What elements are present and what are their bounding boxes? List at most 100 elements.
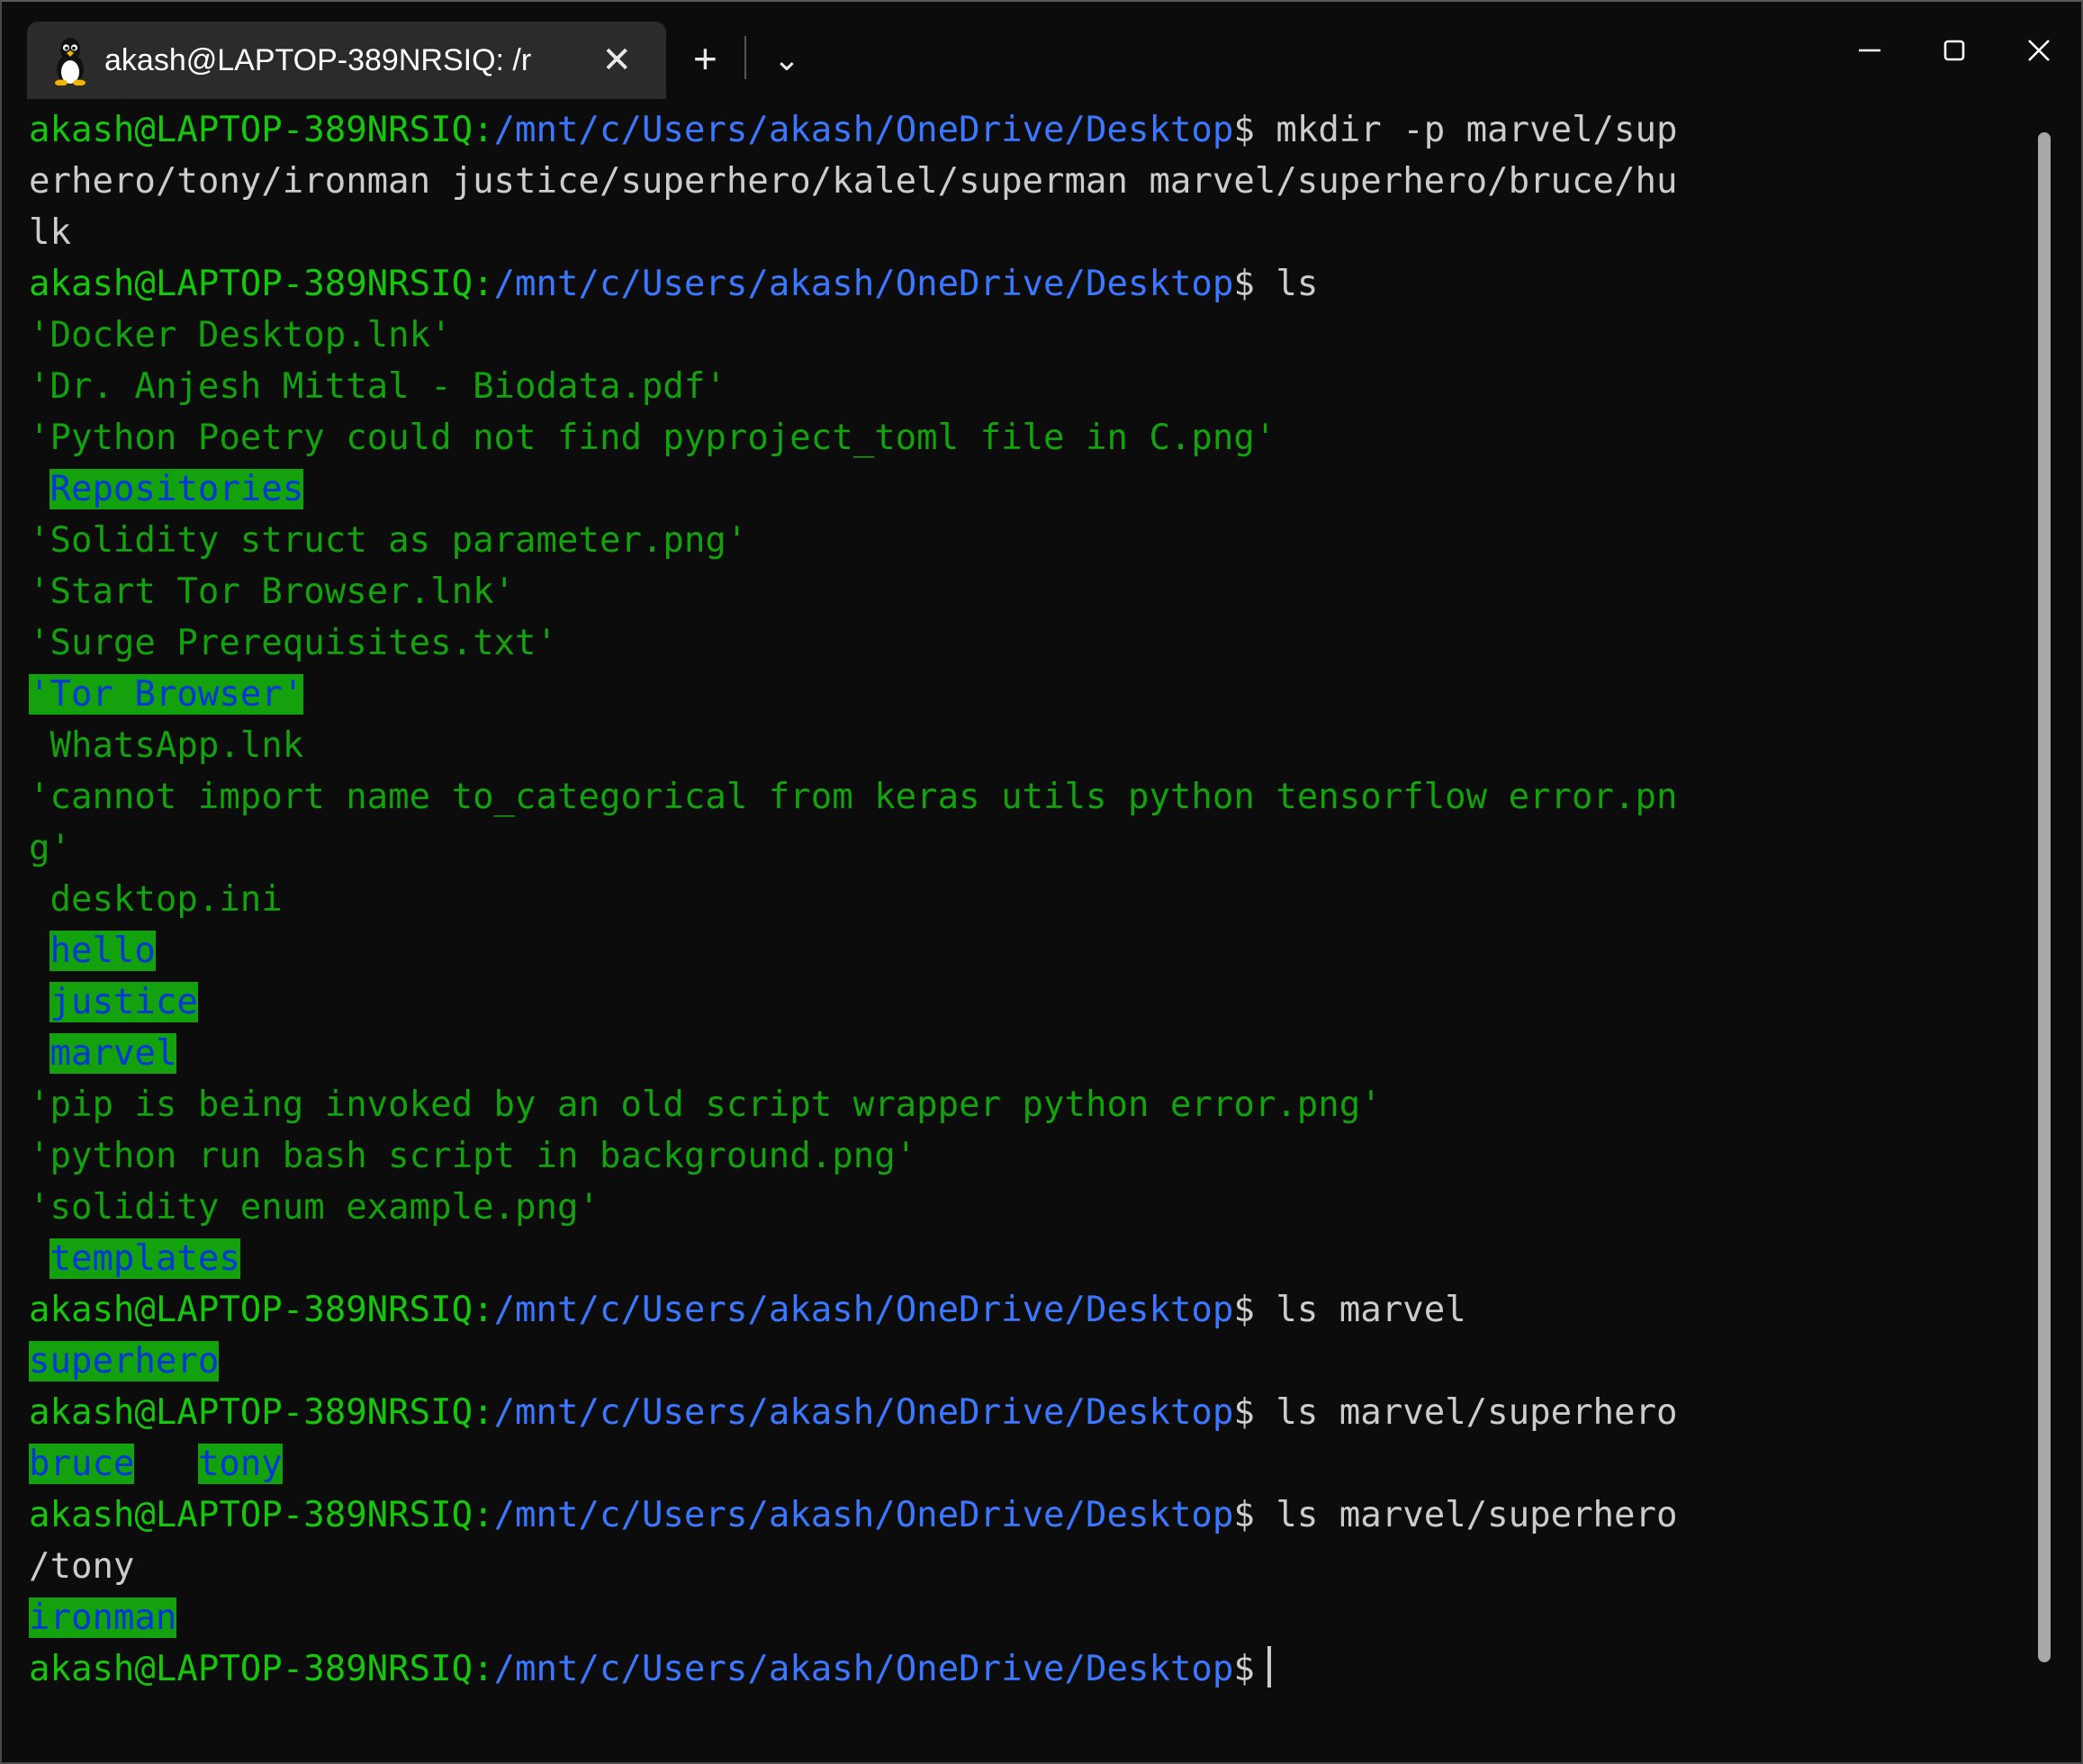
prompt-path: /mnt/c/Users/akash/OneDrive/Desktop (493, 1649, 1234, 1689)
file-entry: 'Surge Prerequisites.txt' (29, 623, 557, 663)
terminal-tab[interactable]: akash@LAPTOP-389NRSIQ: /r ✕ (27, 22, 666, 99)
scrollbar-thumb[interactable] (2038, 131, 2051, 1663)
tab-title: akash@LAPTOP-389NRSIQ: /r (104, 42, 532, 77)
terminal-line: akash@LAPTOP-389NRSIQ:/mnt/c/Users/akash… (29, 1387, 2081, 1438)
directory-entry: templates (50, 1238, 240, 1279)
terminal-line: marvel (29, 1028, 2081, 1079)
prompt-path: /mnt/c/Users/akash/OneDrive/Desktop (493, 1392, 1234, 1433)
terminal-line: 'Tor Browser' (29, 669, 2081, 720)
directory-entry: ironman (29, 1598, 177, 1638)
directory-entry: bruce (29, 1444, 135, 1484)
terminal-line: ironman (29, 1592, 2081, 1643)
vertical-scrollbar[interactable] (2015, 99, 2072, 1762)
terminal-line: 'Docker Desktop.lnk' (29, 310, 2081, 361)
file-entry: 'solidity enum example.png' (29, 1187, 600, 1228)
chevron-down-icon[interactable]: ⌄ (750, 43, 824, 99)
terminal-line: akash@LAPTOP-389NRSIQ:/mnt/c/Users/akash… (29, 104, 2081, 156)
command-wrap: /tony (29, 1546, 135, 1587)
minimize-icon[interactable] (1827, 2, 1912, 99)
file-entry: 'cannot import name to_categorical from … (29, 777, 1678, 817)
prompt-colon: : (473, 264, 494, 304)
command-text: ls marvel (1254, 1290, 1466, 1330)
prompt-sigil: $ (1233, 110, 1255, 150)
file-entry: 'Docker Desktop.lnk' (29, 315, 452, 356)
prompt-path: /mnt/c/Users/akash/OneDrive/Desktop (493, 264, 1234, 304)
terminal-line: hello (29, 925, 2081, 976)
file-entry: g' (29, 828, 71, 868)
terminal-line: akash@LAPTOP-389NRSIQ:/mnt/c/Users/akash… (29, 1284, 2081, 1336)
terminal-line: g' (29, 823, 2081, 874)
terminal-line: 'cannot import name to_categorical from … (29, 771, 2081, 823)
prompt-user-host: akash@LAPTOP-389NRSIQ (29, 1290, 473, 1330)
terminal-line: Repositories (29, 464, 2081, 515)
command-text: ls marvel/superhero (1254, 1392, 1678, 1433)
terminal-window: akash@LAPTOP-389NRSIQ: /r ✕ + ⌄ akash@LA… (0, 0, 2083, 1764)
file-entry: 'python run bash script in background.pn… (29, 1136, 917, 1176)
terminal-line: superhero (29, 1336, 2081, 1387)
directory-entry: 'Tor Browser' (29, 674, 304, 715)
terminal-line: lk (29, 207, 2081, 258)
prompt-colon: : (473, 1290, 494, 1330)
prompt-user-host: akash@LAPTOP-389NRSIQ (29, 1392, 473, 1433)
directory-entry: justice (50, 982, 198, 1022)
prompt-colon: : (473, 1649, 494, 1689)
prompt-sigil: $ (1233, 1495, 1255, 1535)
terminal-line: 'Surge Prerequisites.txt' (29, 617, 2081, 669)
prompt-sigil: $ (1233, 1392, 1255, 1433)
terminal-line: templates (29, 1233, 2081, 1284)
close-icon[interactable] (1997, 2, 2081, 99)
prompt-path: /mnt/c/Users/akash/OneDrive/Desktop (493, 1495, 1234, 1535)
terminal-line: 'Start Tor Browser.lnk' (29, 566, 2081, 617)
terminal-line: akash@LAPTOP-389NRSIQ:/mnt/c/Users/akash… (29, 1643, 2081, 1695)
prompt-path: /mnt/c/Users/akash/OneDrive/Desktop (493, 110, 1234, 150)
entry-gap (134, 1444, 197, 1484)
command-text: ls (1254, 264, 1319, 304)
prompt-colon: : (473, 1495, 494, 1535)
prompt-colon: : (473, 110, 494, 150)
terminal-screen[interactable]: akash@LAPTOP-389NRSIQ:/mnt/c/Users/akash… (29, 104, 2081, 1695)
directory-entry: hello (50, 931, 156, 971)
title-bar: akash@LAPTOP-389NRSIQ: /r ✕ + ⌄ (2, 2, 2081, 99)
terminal-line: 'Python Poetry could not find pyproject_… (29, 412, 2081, 464)
terminal-line: desktop.ini (29, 874, 2081, 925)
prompt-colon: : (473, 1392, 494, 1433)
tab-strip: akash@LAPTOP-389NRSIQ: /r ✕ + ⌄ (2, 2, 824, 99)
tab-separator (744, 36, 746, 79)
file-entry: 'Dr. Anjesh Mittal - Biodata.pdf' (29, 366, 726, 407)
command-text: mkdir -p marvel/sup (1254, 110, 1678, 150)
prompt-user-host: akash@LAPTOP-389NRSIQ (29, 110, 473, 150)
file-entry: 'Start Tor Browser.lnk' (29, 572, 516, 612)
file-entry: desktop.ini (50, 879, 283, 920)
command-wrap: erhero/tony/ironman justice/superhero/ka… (29, 161, 1678, 202)
prompt-path: /mnt/c/Users/akash/OneDrive/Desktop (493, 1290, 1234, 1330)
new-tab-button[interactable]: + (666, 38, 741, 99)
command-wrap: lk (29, 212, 71, 253)
directory-entry: superhero (29, 1341, 220, 1382)
window-controls (1827, 2, 2081, 99)
terminal-line: erhero/tony/ironman justice/superhero/ka… (29, 156, 2081, 207)
terminal-line: 'Solidity struct as parameter.png' (29, 515, 2081, 566)
terminal-line: WhatsApp.lnk (29, 720, 2081, 771)
file-entry: WhatsApp.lnk (50, 725, 304, 766)
terminal-line: justice (29, 976, 2081, 1028)
terminal-line: 'pip is being invoked by an old script w… (29, 1079, 2081, 1130)
terminal-line: 'Dr. Anjesh Mittal - Biodata.pdf' (29, 361, 2081, 412)
text-cursor (1267, 1646, 1271, 1688)
terminal-line: 'python run bash script in background.pn… (29, 1130, 2081, 1182)
terminal-line: akash@LAPTOP-389NRSIQ:/mnt/c/Users/akash… (29, 1490, 2081, 1541)
maximize-icon[interactable] (1912, 2, 1997, 99)
prompt-sigil: $ (1233, 1290, 1255, 1330)
directory-entry: tony (197, 1444, 283, 1484)
terminal-viewport[interactable]: akash@LAPTOP-389NRSIQ:/mnt/c/Users/akash… (2, 99, 2081, 1762)
terminal-line: /tony (29, 1541, 2081, 1592)
tab-close-icon[interactable]: ✕ (583, 35, 650, 86)
file-entry: 'Solidity struct as parameter.png' (29, 520, 748, 561)
terminal-line: bruce tony (29, 1438, 2081, 1490)
tux-linux-icon (50, 35, 90, 86)
prompt-user-host: akash@LAPTOP-389NRSIQ (29, 1649, 473, 1689)
terminal-line: 'solidity enum example.png' (29, 1182, 2081, 1233)
